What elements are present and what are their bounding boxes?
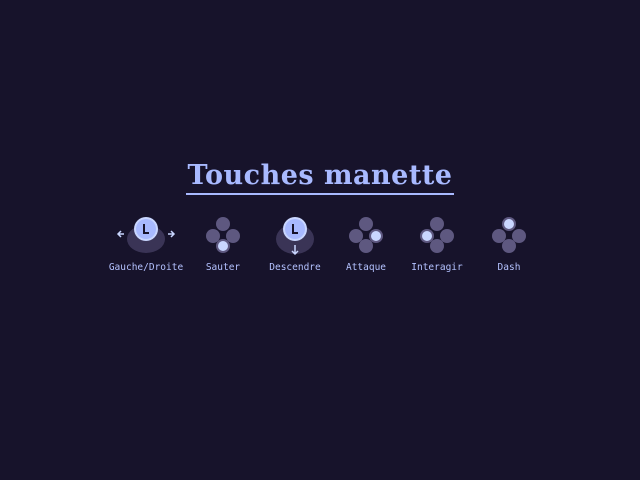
control-dash: Dash — [463, 212, 555, 274]
face-buttons-top-icon — [492, 217, 526, 253]
face-buttons-bottom-icon — [206, 217, 240, 253]
face-buttons-left-icon — [420, 217, 454, 253]
title-text: Touches manette — [185, 160, 455, 195]
left-stick-down-icon — [276, 217, 314, 256]
controller-controls-screen: Touches manette Gauche/Droite Sauter Des… — [0, 0, 640, 480]
left-stick-horizontal-icon — [116, 217, 176, 253]
face-buttons-right-icon — [349, 217, 383, 253]
control-label: Dash — [497, 262, 521, 273]
page-title: Touches manette — [0, 160, 640, 195]
